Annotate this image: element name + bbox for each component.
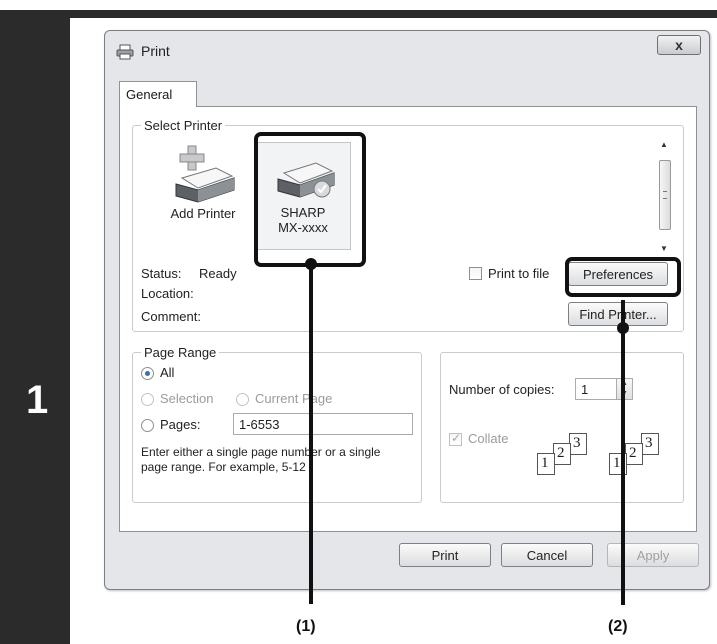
cancel-button[interactable]: Cancel [501, 543, 593, 567]
callout-label-2: (2) [608, 618, 628, 635]
collate-page: 2 [553, 443, 571, 465]
status-label: Status: [141, 266, 182, 281]
add-printer-label: Add Printer [170, 206, 236, 221]
page-range-selection-label: Selection [160, 391, 214, 406]
step-sidebar [0, 10, 70, 644]
preferences-button[interactable]: Preferences [568, 262, 668, 286]
general-panel: Select Printer Add Printer SHARP MX-xxxx… [119, 106, 697, 532]
add-printer-icon [175, 145, 235, 203]
page-range-legend: Page Range [141, 345, 220, 360]
find-printer-button[interactable]: Find Printer... [568, 302, 668, 326]
page-range-all-label: All [160, 365, 175, 380]
select-printer-group: Select Printer Add Printer SHARP MX-xxxx… [132, 118, 684, 332]
scroll-thumb[interactable] [659, 160, 671, 230]
print-to-file-checkbox[interactable] [469, 267, 482, 280]
scroll-down-icon[interactable]: ▼ [660, 244, 668, 253]
step-number: 1 [26, 378, 49, 422]
scroll-up-icon[interactable]: ▲ [660, 140, 668, 149]
pages-input[interactable]: 1-6553 [233, 413, 413, 435]
callout-label-1: (1) [296, 618, 316, 635]
copies-input[interactable]: 1 [575, 378, 617, 400]
page-range-pages-label: Pages: [160, 417, 201, 432]
add-printer-item[interactable]: Add Printer [153, 144, 253, 244]
page-range-current-radio[interactable] [236, 393, 249, 406]
tab-general[interactable]: General [119, 81, 197, 107]
copies-spinner[interactable]: ▲▼ [617, 378, 633, 400]
print-button[interactable]: Print [399, 543, 491, 567]
collate-label: Collate [468, 431, 509, 446]
page-range-all-radio[interactable] [141, 367, 154, 380]
printer-item-sharp[interactable]: SHARP MX-xxxx [255, 142, 351, 250]
printer-list-scrollbar[interactable]: ▲ ▼ [657, 138, 673, 258]
collate-page: 2 [625, 443, 643, 465]
collate-page: 3 [641, 433, 659, 455]
check-icon: ✓ [451, 431, 462, 445]
select-printer-legend: Select Printer [141, 118, 226, 133]
location-label: Location: [141, 286, 194, 301]
page-range-current-label: Current Page [255, 391, 333, 406]
dialog-title: Print [141, 43, 170, 59]
callout-line-1 [309, 264, 313, 604]
title-bar: Print x [105, 31, 709, 71]
page-range-group: Page Range All Selection Current Page Pa… [132, 345, 422, 503]
page-range-pages-radio[interactable] [141, 419, 154, 432]
sharp-printer-icon [277, 162, 335, 198]
printer-name-line1: SHARP [280, 205, 326, 220]
close-button[interactable]: x [657, 35, 701, 55]
status-value: Ready [199, 266, 237, 281]
printer-icon [116, 44, 134, 60]
collate-page: 3 [569, 433, 587, 455]
collate-page: 1 [537, 453, 555, 475]
page-range-hint-line2: page range. For example, 5-12 [141, 460, 306, 474]
comment-label: Comment: [141, 309, 201, 324]
top-rule [70, 10, 717, 18]
printer-name-line2: MX-xxxx [278, 220, 328, 235]
print-dialog: Print x General Select Printer Add Print… [104, 30, 710, 590]
page-range-selection-radio[interactable] [141, 393, 154, 406]
callout-line-2 [621, 300, 625, 605]
print-to-file-label: Print to file [488, 266, 550, 281]
copies-group: Number of copies: 1 ▲▼ ✓ Collate 3 2 1 3… [440, 352, 684, 503]
copies-label: Number of copies: [449, 382, 555, 397]
page-range-hint-line1: Enter either a single page number or a s… [141, 445, 381, 459]
scroll-grip-icon [663, 191, 667, 199]
collate-checkbox[interactable]: ✓ [449, 431, 462, 446]
